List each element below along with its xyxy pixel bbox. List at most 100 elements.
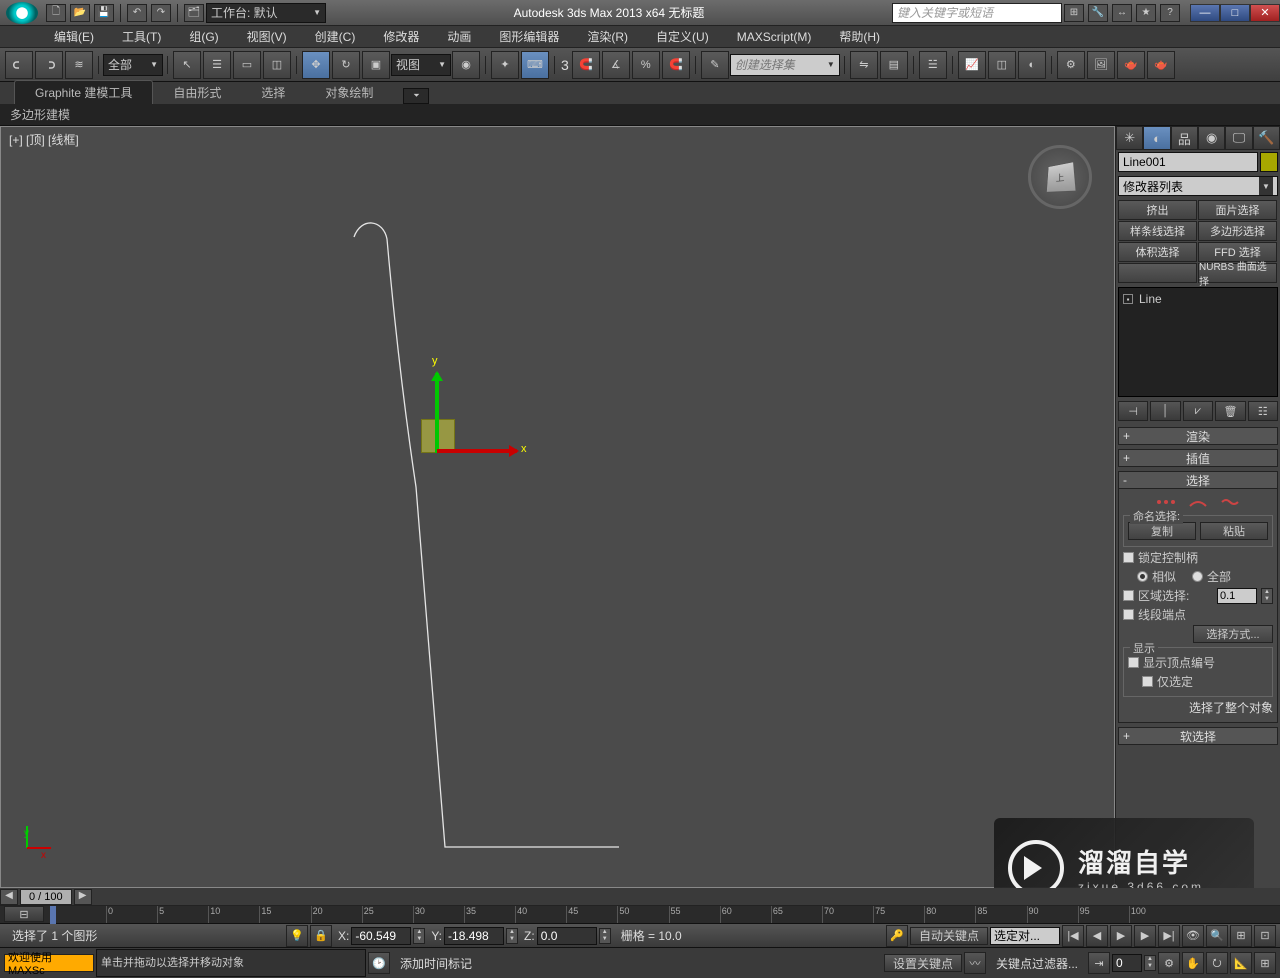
button-extrude[interactable]: 挤出 — [1118, 200, 1197, 220]
render-icon[interactable]: 🫖 — [1117, 51, 1145, 79]
unique-icon[interactable]: ⩗ — [1183, 401, 1213, 421]
configure-icon[interactable]: ☷ — [1248, 401, 1278, 421]
schematic-icon[interactable]: ◫ — [988, 51, 1016, 79]
minimize-button[interactable]: — — [1190, 4, 1220, 22]
x-spinner[interactable]: ▲▼ — [413, 928, 425, 944]
layers-icon[interactable]: ☱ — [919, 51, 947, 79]
time-indicator[interactable]: 0 / 100 — [20, 889, 72, 905]
script-listener[interactable]: 欢迎使用 MAXSc — [4, 954, 94, 972]
viewport[interactable]: [+] [顶] [线框] 上 y x yx — [0, 126, 1115, 888]
frame-spinner[interactable]: ▲▼ — [1144, 955, 1156, 971]
selection-filter-dropdown[interactable]: 选定对... — [990, 927, 1060, 945]
spinner-snap-icon[interactable]: 🧲 — [662, 51, 690, 79]
all-radio[interactable] — [1192, 571, 1203, 582]
button-patchsel[interactable]: 面片选择 — [1198, 200, 1277, 220]
rotate-icon[interactable]: ↻ — [332, 51, 360, 79]
time-next-icon[interactable]: ▶ — [74, 889, 92, 905]
frame-input[interactable]: 0 — [1112, 954, 1142, 972]
time-marker[interactable] — [50, 906, 56, 924]
refcoord-dropdown[interactable]: 视图▼ — [391, 54, 451, 76]
modify-tab-icon[interactable]: ◐ — [1143, 126, 1170, 150]
select-icon[interactable]: ↖ — [173, 51, 201, 79]
utilities-tab-icon[interactable]: 🔨 — [1253, 126, 1280, 150]
subscription-icon[interactable]: 🔧 — [1088, 4, 1108, 22]
modifier-list-dropdown[interactable]: 修改器列表▼ — [1118, 176, 1278, 196]
lock-handles-checkbox[interactable] — [1123, 552, 1134, 563]
open-icon[interactable]: 📂 — [70, 4, 90, 22]
button-blank[interactable] — [1118, 263, 1197, 283]
close-button[interactable]: ✕ — [1250, 4, 1280, 22]
render-setup-icon[interactable]: ⚙ — [1057, 51, 1085, 79]
angle-snap-icon[interactable]: ∡ — [602, 51, 630, 79]
link-icon[interactable] — [5, 51, 33, 79]
ribbon-minimize-icon[interactable]: ⏷ — [403, 88, 429, 104]
zoom-icon[interactable]: 🔍 — [1206, 925, 1228, 947]
region-rect-icon[interactable]: ▭ — [233, 51, 261, 79]
display-tab-icon[interactable]: 🖵 — [1225, 126, 1252, 150]
goto-start-icon[interactable]: |◀ — [1062, 925, 1084, 947]
key-filter-label[interactable]: 关键点过滤器... — [988, 955, 1086, 972]
similar-radio[interactable] — [1137, 571, 1148, 582]
trackbar-toggle-icon[interactable]: ⊟ — [4, 906, 44, 922]
button-nurbssel[interactable]: NURBS 曲面选择 — [1198, 263, 1277, 283]
align-icon[interactable]: ▤ — [880, 51, 908, 79]
y-input[interactable]: -18.498 — [444, 927, 504, 945]
key-icon[interactable]: 🔑 — [886, 925, 908, 947]
add-time-tag-label[interactable]: 添加时间标记 — [392, 955, 480, 972]
tab-graphite[interactable]: Graphite 建模工具 — [14, 80, 153, 104]
render-frame-icon[interactable]: 🖼 — [1087, 51, 1115, 79]
rollout-header-interp[interactable]: +插值 — [1118, 449, 1278, 467]
zoom-extents-icon[interactable]: ⊡ — [1254, 925, 1276, 947]
menu-help[interactable]: 帮助(H) — [825, 28, 894, 45]
area-sel-checkbox[interactable] — [1123, 590, 1134, 601]
area-value-input[interactable]: 0.1 — [1217, 588, 1257, 604]
new-icon[interactable]: 🗋 — [46, 4, 66, 22]
pin-stack-icon[interactable]: ⊣ — [1118, 401, 1148, 421]
motion-tab-icon[interactable]: ◉ — [1198, 126, 1225, 150]
edit-named-sel-icon[interactable]: ✎ — [701, 51, 729, 79]
track-bar[interactable]: ⊟ 05 1015 2025 3035 4045 5055 6065 7075 … — [0, 906, 1280, 924]
object-color-swatch[interactable] — [1260, 152, 1278, 172]
autokey-button[interactable]: 自动关键点 — [910, 927, 988, 945]
show-vertnum-checkbox[interactable] — [1128, 657, 1139, 668]
search-input[interactable]: 键入关键字或短语 — [892, 3, 1062, 23]
mirror-icon[interactable]: ⇋ — [850, 51, 878, 79]
x-axis-handle[interactable] — [437, 449, 517, 453]
modifier-stack[interactable]: ▪ Line — [1118, 287, 1278, 397]
tab-freeform[interactable]: 自由形式 — [153, 81, 241, 104]
menu-animation[interactable]: 动画 — [433, 28, 485, 45]
percent-snap-icon[interactable]: % — [632, 51, 660, 79]
create-tab-icon[interactable]: ✳ — [1116, 126, 1143, 150]
bind-icon[interactable]: ≋ — [65, 51, 93, 79]
zoom-all-icon[interactable]: ⊞ — [1230, 925, 1252, 947]
paste-button[interactable]: 粘贴 — [1200, 522, 1268, 540]
button-polysel[interactable]: 多边形选择 — [1198, 221, 1277, 241]
window-crossing-icon[interactable]: ◫ — [263, 51, 291, 79]
app-icon[interactable]: ⬤ — [6, 2, 38, 24]
rollout-header-softsel[interactable]: +软选择 — [1118, 727, 1278, 745]
max-viewport-icon[interactable]: ⊞ — [1254, 952, 1276, 974]
maximize-button[interactable]: □ — [1220, 4, 1250, 22]
menu-customize[interactable]: 自定义(U) — [642, 28, 723, 45]
rollout-header-render[interactable]: +渲染 — [1118, 427, 1278, 445]
remove-icon[interactable]: 🗑 — [1215, 401, 1245, 421]
tab-paint[interactable]: 对象绘制 — [305, 81, 393, 104]
time-config-icon[interactable]: ⚙ — [1158, 952, 1180, 974]
menu-edit[interactable]: 编辑(E) — [40, 28, 108, 45]
snap-toggle-icon[interactable]: 🧲 — [572, 51, 600, 79]
button-splinesel[interactable]: 样条线选择 — [1118, 221, 1197, 241]
y-axis-handle[interactable] — [435, 373, 439, 453]
menu-tools[interactable]: 工具(T) — [108, 28, 175, 45]
orbit-icon[interactable]: ⭮ — [1206, 952, 1228, 974]
z-spinner[interactable]: ▲▼ — [599, 928, 611, 944]
show-end-icon[interactable]: │ — [1150, 401, 1180, 421]
named-selection-dropdown[interactable]: 创建选择集▼ — [730, 54, 840, 76]
seg-end-checkbox[interactable] — [1123, 609, 1134, 620]
menu-group[interactable]: 组(G) — [175, 28, 232, 45]
x-input[interactable]: -60.549 — [351, 927, 411, 945]
undo-icon[interactable]: ↶ — [127, 4, 147, 22]
setkey-button[interactable]: 设置关键点 — [884, 954, 962, 972]
sel-method-button[interactable]: 选择方式... — [1193, 625, 1273, 643]
copy-button[interactable]: 复制 — [1128, 522, 1196, 540]
add-time-tag-icon[interactable]: 🕑 — [368, 952, 390, 974]
